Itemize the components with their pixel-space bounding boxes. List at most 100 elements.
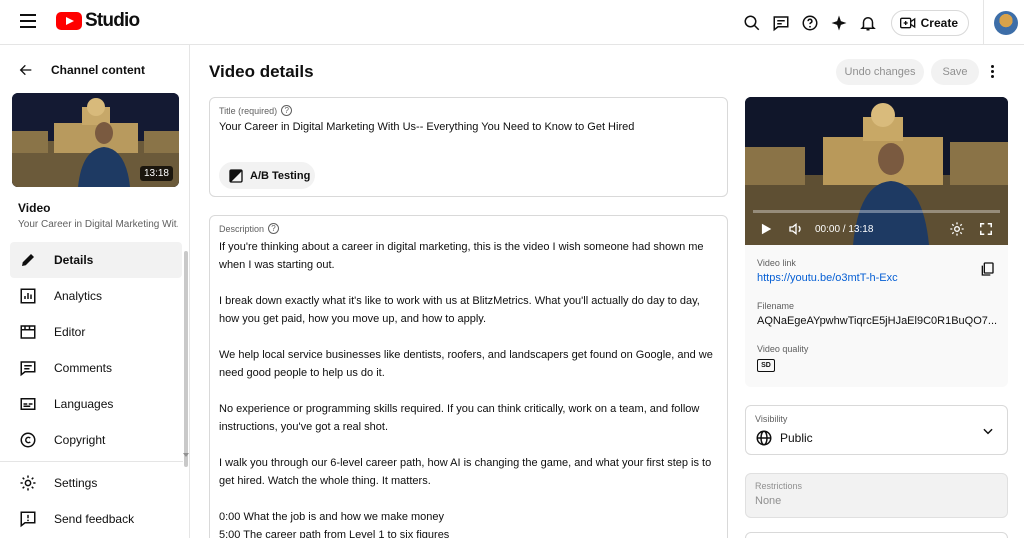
description-line: how you get paid, how you move up, and h…: [219, 313, 487, 325]
create-button[interactable]: Create: [890, 9, 969, 36]
sidebar: Channel content 13:18 Video Your Career …: [0, 45, 190, 538]
visibility-dropdown[interactable]: Visibility Public: [745, 405, 1008, 455]
sidebar-item-analytics[interactable]: Analytics: [10, 278, 182, 314]
video-plus-icon: [899, 17, 915, 28]
sparkle-icon[interactable]: [829, 13, 849, 33]
search-icon[interactable]: [742, 13, 762, 33]
description-line: [219, 382, 719, 400]
title-field[interactable]: Title (required) ? Your Career in Digita…: [209, 97, 728, 197]
copy-icon[interactable]: [979, 261, 995, 282]
analytics-icon: [20, 288, 36, 304]
restrictions-field: Restrictions None: [745, 473, 1008, 518]
description-field-label: Description: [219, 223, 265, 234]
languages-icon: [20, 398, 36, 410]
create-label: Create: [920, 15, 958, 30]
sidebar-item-label: Copyright: [54, 433, 106, 447]
description-line: [219, 490, 719, 508]
thumbnail-duration: 13:18: [139, 166, 173, 181]
sidebar-bottom-nav: Settings Send feedback: [10, 465, 182, 537]
description-line: No experience or programming skills requ…: [219, 403, 700, 415]
description-line: 5:00 The career path from Level 1 to six…: [219, 529, 450, 538]
description-line: get hired. Watch the whole thing. It mat…: [219, 475, 431, 487]
sidebar-item-editor[interactable]: Editor: [10, 314, 182, 350]
video-title-short: Your Career in Digital Marketing Wit...: [18, 219, 178, 230]
video-link-label: Video link: [757, 258, 796, 268]
ab-testing-label: A/B Testing: [250, 169, 311, 182]
ab-testing-icon: [229, 168, 243, 183]
arrow-back-icon: [19, 64, 32, 76]
youtube-logo-icon: [56, 12, 82, 30]
description-input[interactable]: If you're thinking about a career in dig…: [219, 238, 719, 538]
video-label: Video: [18, 201, 51, 215]
copyright-icon: [20, 432, 36, 448]
description-line: [219, 436, 719, 454]
play-icon[interactable]: [759, 222, 773, 236]
top-bar: Studio Create: [0, 0, 1024, 45]
description-line: instructions, you've got a real shot.: [219, 421, 389, 433]
video-player[interactable]: 00:00 / 13:18: [745, 97, 1008, 245]
logo-text: Studio: [85, 10, 140, 31]
notifications-bell-icon[interactable]: [858, 13, 878, 33]
sidebar-item-label: Editor: [54, 325, 86, 339]
help-icon[interactable]: [800, 13, 820, 33]
sidebar-item-settings[interactable]: Settings: [10, 465, 182, 501]
video-link[interactable]: https://youtu.be/o3mtT-h-Exc: [757, 272, 898, 284]
scroll-down-arrow-icon[interactable]: [183, 453, 189, 457]
account-avatar[interactable]: [994, 10, 1018, 35]
sidebar-nav: Details Analytics Editor Comments Langua…: [10, 242, 182, 458]
fullscreen-icon[interactable]: [979, 222, 993, 236]
sidebar-item-label: Send feedback: [54, 512, 135, 526]
page-title: Video details: [209, 62, 314, 81]
sidebar-scrollbar[interactable]: [184, 251, 188, 467]
video-quality-label: Video quality: [757, 344, 809, 354]
description-line: [219, 274, 719, 292]
sidebar-item-label: Settings: [54, 476, 98, 490]
messages-icon[interactable]: [771, 13, 791, 33]
video-thumbnail[interactable]: 13:18: [12, 93, 179, 187]
restrictions-label: Restrictions: [755, 481, 803, 491]
video-preview-card: 00:00 / 13:18 Video link https://youtu.b…: [745, 97, 1008, 387]
back-to-channel-content[interactable]: Channel content: [18, 62, 145, 78]
player-time: 00:00 / 13:18: [815, 223, 874, 235]
player-controls: 00:00 / 13:18: [745, 217, 1008, 241]
help-icon[interactable]: ?: [281, 105, 293, 116]
comments-icon: [20, 361, 36, 377]
sidebar-item-comments[interactable]: Comments: [10, 350, 182, 386]
sd-quality-icon: SD: [757, 359, 775, 372]
filename-label: Filename: [757, 301, 795, 311]
gear-icon: [20, 475, 36, 491]
sidebar-item-details[interactable]: Details: [10, 242, 182, 278]
save-button[interactable]: Save: [931, 59, 979, 85]
settings-gear-icon[interactable]: [949, 221, 965, 237]
help-icon[interactable]: ?: [268, 223, 280, 234]
undo-changes-button[interactable]: Undo changes: [836, 59, 924, 85]
filename-value: AQNaEgeAYpwhwTiqrcE5jHJaEl9C0R1BuQO7...: [757, 315, 998, 327]
feedback-icon: [20, 511, 36, 528]
sidebar-item-send-feedback[interactable]: Send feedback: [10, 501, 182, 537]
description-line: need good people to help us do it.: [219, 367, 385, 379]
studio-logo[interactable]: Studio: [56, 10, 140, 32]
description-field[interactable]: Description ? If you're thinking about a…: [209, 215, 728, 538]
menu-icon[interactable]: [20, 14, 36, 28]
volume-icon[interactable]: [787, 221, 805, 237]
description-line: 0:00 What the job is and how we make mon…: [219, 511, 445, 523]
description-field-label-row: Description ?: [219, 223, 280, 234]
sidebar-item-languages[interactable]: Languages: [10, 386, 182, 422]
description-line: when I was starting out.: [219, 259, 335, 271]
globe-icon: [756, 430, 772, 446]
visibility-value: Public: [780, 431, 813, 445]
description-line: [219, 328, 719, 346]
sidebar-item-label: Analytics: [54, 289, 103, 303]
ab-testing-button[interactable]: A/B Testing: [219, 162, 315, 189]
pencil-icon: [22, 254, 34, 266]
next-setting-card[interactable]: [745, 532, 1008, 538]
description-line: If you're thinking about a career in dig…: [219, 241, 704, 253]
restrictions-value: None: [755, 495, 782, 507]
sidebar-divider: [0, 461, 183, 462]
title-input[interactable]: Your Career in Digital Marketing With Us…: [219, 121, 634, 133]
player-progress-bar[interactable]: [753, 210, 1000, 213]
sidebar-item-copyright[interactable]: Copyright: [10, 422, 182, 458]
more-options-icon[interactable]: [991, 65, 995, 80]
sidebar-item-label: Details: [54, 253, 94, 267]
title-field-label-row: Title (required) ?: [219, 105, 293, 116]
